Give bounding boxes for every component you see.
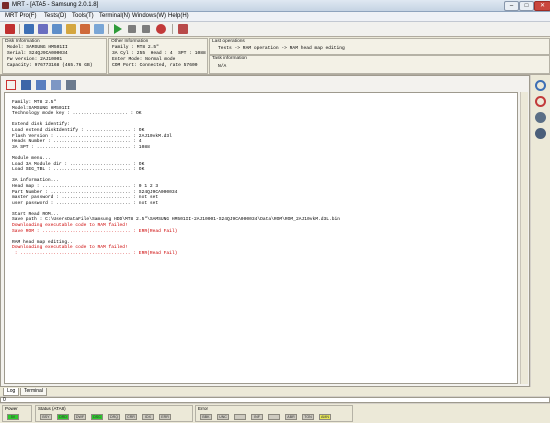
last-operations-panel: Last operations Tests -> RAM operation -…	[209, 38, 550, 55]
drive-icon[interactable]	[38, 24, 48, 34]
power-group: Power 5V	[2, 405, 32, 422]
menu-tests[interactable]: Tests(D)	[44, 13, 66, 19]
task-information-text: N/A	[218, 64, 227, 69]
error-led-abr: ABR	[285, 414, 297, 420]
ata-led-dwf: DWF	[74, 414, 86, 420]
disk-serial: Serial: S24QJ9CA000034	[7, 51, 68, 56]
stop-icon[interactable]	[142, 25, 150, 33]
task-information-title: Task information	[212, 56, 247, 61]
exit-icon[interactable]	[5, 24, 15, 34]
copy-icon[interactable]	[51, 80, 61, 90]
status-bar: Power 5V Status (ATA8) BSY DRD DWF DSC DRQ CR…	[0, 404, 550, 423]
family-value: Family : MT8 2.5"	[112, 45, 159, 50]
undo-icon[interactable]	[535, 80, 546, 91]
last-operations-title: Last operations	[212, 39, 245, 44]
error-group: Error BBK UNC INF ABR TON AMN	[195, 405, 353, 422]
log-lines: Family: MT8 2.5" Model:SAMSUNG HM501II Tec…	[12, 100, 340, 257]
ata-led-bsy: BSY	[40, 414, 52, 420]
maximize-button[interactable]: □	[519, 1, 534, 11]
door-exit-icon[interactable]	[178, 24, 188, 34]
window-title: MRT - [ATA5 - Samsung 2.0.1.8]	[12, 2, 99, 8]
disk-information-panel: Disk Information Model: SAMSUNG HM501II …	[2, 38, 107, 74]
app-icon	[2, 2, 9, 9]
error-led-blank	[234, 414, 246, 420]
menu-help[interactable]: Help(H)	[168, 13, 189, 19]
bookmark-icon[interactable]	[535, 112, 546, 123]
com-port: COM Port: Connected, rate 57600	[112, 63, 198, 68]
info-icon[interactable]	[535, 128, 546, 139]
folder-icon[interactable]	[66, 24, 76, 34]
error-led-inf: INF	[251, 414, 263, 420]
ata-led-drq: DRQ	[108, 414, 120, 420]
disk-model: Model: SAMSUNG HM501II	[7, 45, 68, 50]
ata-status-title: Status (ATA8)	[38, 406, 66, 411]
disk-icon[interactable]	[24, 24, 34, 34]
disk-information-title: Disk Information	[5, 39, 40, 44]
info-strip: Disk Information Model: SAMSUNG HM501II …	[0, 37, 550, 75]
error-led-unc: UNC	[217, 414, 229, 420]
error-led-amn: AMN	[319, 414, 331, 420]
ata-led-crr: CRR	[125, 414, 137, 420]
disk-capacity: Capacity: 976773168 (465.76 GB)	[7, 63, 93, 68]
task-information-panel: Task information N/A	[209, 55, 550, 74]
close-button[interactable]: ✕	[534, 1, 550, 11]
toolbar-separator	[108, 24, 109, 34]
clear-log-icon[interactable]	[6, 80, 16, 90]
error-led-ton: TON	[302, 414, 314, 420]
progress-value: 0	[3, 397, 6, 403]
last-operation-text: Tests -> RAM operation -> RAM head map e…	[218, 46, 345, 51]
progress-bar: 0	[0, 397, 550, 403]
toolbar-separator	[19, 24, 20, 34]
output-tabs: Log Terminal	[0, 387, 550, 396]
menu-tools[interactable]: Tools(T)	[72, 13, 94, 19]
tools-icon[interactable]	[80, 24, 90, 34]
menu-mrt-pro[interactable]: MRT Pro(F)	[5, 13, 36, 19]
log-toolbar	[4, 79, 524, 92]
main-toolbar	[0, 22, 550, 37]
export-icon[interactable]	[66, 80, 76, 90]
pause-icon[interactable]	[128, 25, 136, 33]
log-panel: Family: MT8 2.5" Model:SAMSUNG HM501II Tec…	[0, 75, 530, 387]
power-title: Power	[5, 406, 18, 411]
menu-windows[interactable]: Windows(W)	[132, 13, 166, 19]
print-icon[interactable]	[36, 80, 46, 90]
minimize-button[interactable]: –	[504, 1, 519, 11]
other-information-title: Other Information	[111, 39, 149, 44]
other-information-panel: Other Information Family : MT8 2.5" 3A C…	[108, 38, 208, 74]
log-output[interactable]: Family: MT8 2.5" Model:SAMSUNG HM501II Tec…	[4, 92, 518, 384]
menu-bar: MRT Pro(F) Tests(D) Tools(T) Terminal(N)…	[0, 12, 550, 22]
tab-terminal[interactable]: Terminal	[20, 388, 47, 396]
settings-icon[interactable]	[94, 24, 104, 34]
cancel-icon[interactable]	[156, 24, 166, 34]
error-led-blank	[268, 414, 280, 420]
play-icon[interactable]	[114, 24, 122, 34]
geometry-value: 3A Cyl : 255 Head : 4 SPT : 1088	[112, 51, 206, 56]
title-bar: MRT - [ATA5 - Samsung 2.0.1.8] – □ ✕	[0, 0, 550, 12]
ata-led-drd: DRD	[57, 414, 69, 420]
ata-led-err: ERR	[159, 414, 171, 420]
redo-icon[interactable]	[535, 96, 546, 107]
toolbar-separator	[172, 24, 173, 34]
enter-mode: Enter Mode: Normal mode	[112, 57, 176, 62]
log-scrollbar[interactable]	[520, 92, 528, 384]
ata-led-idx: IDX	[142, 414, 154, 420]
chip-icon[interactable]	[52, 24, 62, 34]
menu-terminal[interactable]: Terminal(N)	[99, 13, 130, 19]
side-toolbar	[531, 75, 550, 387]
power-led-5v: 5V	[7, 414, 19, 420]
log-line: : ......................................…	[12, 251, 178, 257]
tab-log[interactable]: Log	[3, 388, 20, 396]
save-log-icon[interactable]	[21, 80, 31, 90]
error-led-bbk: BBK	[200, 414, 212, 420]
ata-led-dsc: DSC	[91, 414, 103, 420]
error-title: Error	[198, 406, 208, 411]
ata-status-group: Status (ATA8) BSY DRD DWF DSC DRQ CRR IDX ERR	[35, 405, 193, 422]
disk-firmware: Fw version: 2AJ10001	[7, 57, 63, 62]
